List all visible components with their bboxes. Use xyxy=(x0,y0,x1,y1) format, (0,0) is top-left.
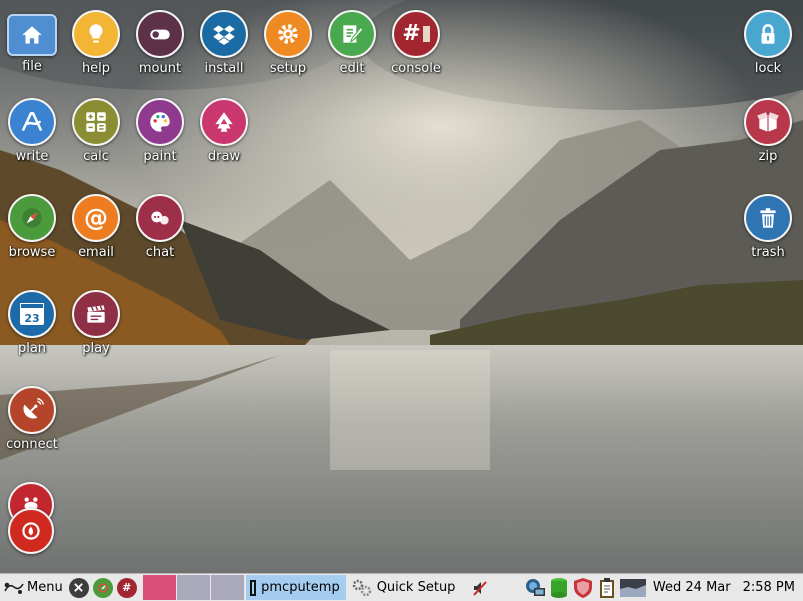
desktop-icon-plan[interactable]: 23 plan xyxy=(0,290,64,356)
window-frame-icon xyxy=(249,579,257,596)
compass-icon xyxy=(8,194,56,242)
palette-icon xyxy=(136,98,184,146)
task-label: pmcputemp xyxy=(261,580,340,595)
desktop-icon-label: zip xyxy=(758,149,778,164)
desktop-icon-draw[interactable]: draw xyxy=(192,98,256,164)
inkscape-icon xyxy=(200,98,248,146)
write-a-icon xyxy=(8,98,56,146)
desktop-icon-label: write xyxy=(15,149,49,164)
at-sign-icon: @ xyxy=(72,194,120,242)
start-menu-button[interactable]: Menu xyxy=(0,574,67,601)
calendar-day: 23 xyxy=(24,312,40,325)
desktop-icon-label: email xyxy=(78,245,114,260)
desktop-icon-setup[interactable]: setup xyxy=(256,10,320,76)
task-label: Quick Setup xyxy=(376,580,456,595)
desktop-icon-label: chat xyxy=(145,245,175,260)
desktop-icon-help[interactable]: help xyxy=(64,10,128,76)
volume-muted-icon[interactable] xyxy=(469,577,491,599)
desktop-icon-write[interactable]: write xyxy=(0,98,64,164)
padlock-icon xyxy=(744,10,792,58)
open-box-icon xyxy=(744,98,792,146)
calculator-icon xyxy=(72,98,120,146)
desktop-icon-label: console xyxy=(391,61,441,76)
desktop-icon-connect[interactable]: connect xyxy=(0,386,64,452)
optical-drive-icon xyxy=(8,508,54,554)
desktop-icon-label: mount xyxy=(138,61,182,76)
desktop-icon-email[interactable]: @ email xyxy=(64,194,128,260)
workspace-3[interactable] xyxy=(210,575,244,600)
desktop-icon-mount[interactable]: mount xyxy=(128,10,192,76)
dropbox-icon xyxy=(200,10,248,58)
desktop-icon-label: paint xyxy=(143,149,177,164)
quick-setup-gears-icon xyxy=(352,579,371,596)
desktop-wallpaper xyxy=(0,0,803,573)
cpu-temp-graph-icon[interactable] xyxy=(619,577,646,599)
clock-date[interactable]: Wed 24 Mar xyxy=(653,580,731,595)
calendar-icon: 23 xyxy=(8,290,56,338)
close-x-launcher-icon[interactable] xyxy=(68,577,89,598)
menu-label: Menu xyxy=(27,580,63,595)
gear-icon xyxy=(264,10,312,58)
desktop-icon-chat[interactable]: chat xyxy=(128,194,192,260)
trash-can-icon xyxy=(744,194,792,242)
desktop-icon-trash[interactable]: trash xyxy=(736,194,800,260)
satellite-dish-icon xyxy=(8,386,56,434)
terminal-hash-icon: # xyxy=(392,10,440,58)
desktop-icon-label: setup xyxy=(269,61,307,76)
desktop-icon-label: install xyxy=(204,61,244,76)
desktop-icon-paint[interactable]: paint xyxy=(128,98,192,164)
desktop-icon-label: play xyxy=(82,341,110,356)
network-monitor-icon[interactable] xyxy=(524,577,546,599)
desktop-icon-install[interactable]: install xyxy=(192,10,256,76)
desktop-icon-play[interactable]: play xyxy=(64,290,128,356)
desktop-icon-label: trash xyxy=(751,245,785,260)
task-button-pmcputemp[interactable]: pmcputemp xyxy=(245,575,346,600)
notepad-pencil-icon xyxy=(328,10,376,58)
console-launcher-icon[interactable]: # xyxy=(116,577,137,598)
desktop-icon-console[interactable]: # console xyxy=(384,10,448,76)
desktop-icon-file[interactable]: file xyxy=(0,10,64,74)
menu-logo-icon xyxy=(4,582,24,594)
folder-icon xyxy=(7,14,57,56)
desktop-icon-label: plan xyxy=(17,341,47,356)
desktop-icon-label: edit xyxy=(339,61,365,76)
desktop-icon-label: browse xyxy=(8,245,56,260)
lightbulb-icon xyxy=(72,10,120,58)
desktop-icon-label: draw xyxy=(207,149,241,164)
task-button-quick-setup[interactable]: Quick Setup xyxy=(348,575,462,600)
desktop-icon-label: file xyxy=(22,59,42,74)
toggle-icon xyxy=(136,10,184,58)
desktop-icon-browse[interactable]: browse xyxy=(0,194,64,260)
taskbar: Menu # pmcputemp Quick Setup Wed 24 Mar … xyxy=(0,573,803,601)
storage-drive-icon[interactable] xyxy=(548,577,570,599)
workspace-2[interactable] xyxy=(176,575,210,600)
clipboard-icon[interactable] xyxy=(596,577,618,599)
desktop-icon-label: calc xyxy=(83,149,109,164)
desktop-icon-label: help xyxy=(81,61,111,76)
firewall-shield-icon[interactable] xyxy=(572,577,594,599)
chat-bubbles-icon xyxy=(136,194,184,242)
console-glyph: # xyxy=(402,21,421,46)
desktop-icon-calc[interactable]: calc xyxy=(64,98,128,164)
desktop-icon-label: lock xyxy=(754,61,782,76)
desktop-icon-sr0[interactable]: sr0 xyxy=(0,482,64,555)
desktop-icon-label: connect xyxy=(6,437,58,452)
desktop-icon-lock[interactable]: lock xyxy=(736,10,800,76)
desktop-icon-edit[interactable]: edit xyxy=(320,10,384,76)
clock-time[interactable]: 2:58 PM xyxy=(743,580,795,595)
clapperboard-icon xyxy=(72,290,120,338)
desktop-icon-zip[interactable]: zip xyxy=(736,98,800,164)
browser-launcher-icon[interactable] xyxy=(92,577,113,598)
workspace-1[interactable] xyxy=(142,575,176,600)
